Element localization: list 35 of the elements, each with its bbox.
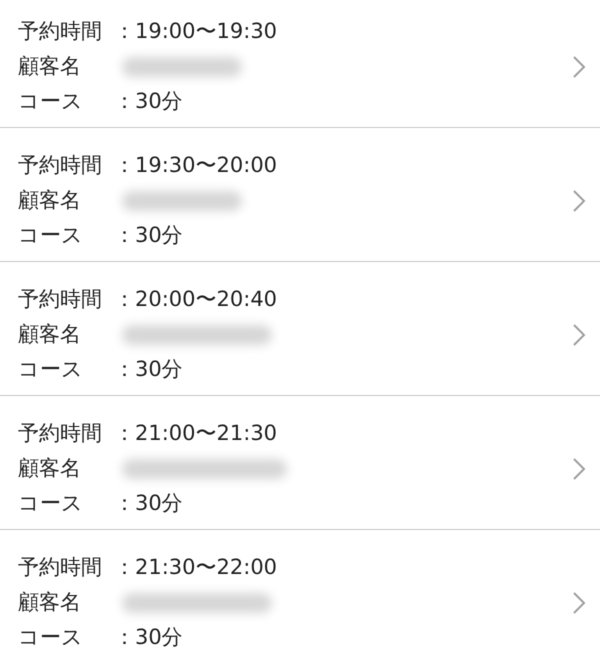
field-label: 顧客名	[18, 187, 82, 214]
field-label: 顧客名	[18, 321, 82, 348]
field-label: 顧客名	[18, 53, 82, 80]
reservation-row[interactable]: 予約時間 ：21:00〜21:30 顧客名 コース ：30分	[0, 396, 600, 530]
field-label: 予約時間	[18, 18, 103, 45]
field-value: ：21:30〜22:00	[114, 554, 278, 581]
field-label: 予約時間	[18, 152, 103, 179]
chevron-right-icon	[572, 54, 586, 78]
field-value: ：19:30〜20:00	[114, 152, 278, 179]
field-label: コース	[18, 88, 84, 115]
field-value: ：19:00〜19:30	[114, 18, 278, 45]
field-value: ：20:00〜20:40	[114, 286, 278, 313]
chevron-right-icon	[572, 590, 586, 614]
reservation-row[interactable]: 予約時間 ：21:30〜22:00 顧客名 コース ：30分	[0, 530, 600, 659]
field-label: コース	[18, 490, 84, 517]
reservation-row[interactable]: 予約時間 ：19:00〜19:30 顧客名 コース ：30分	[0, 0, 600, 128]
field-label: 予約時間	[18, 420, 103, 447]
chevron-right-icon	[572, 188, 586, 212]
field-label: 顧客名	[18, 455, 82, 482]
field-value: ：30分	[114, 356, 183, 383]
field-value: ：30分	[114, 222, 183, 249]
field-label: コース	[18, 222, 84, 249]
reservation-row[interactable]: 予約時間 ：20:00〜20:40 顧客名 コース ：30分	[0, 262, 600, 396]
field-value: ：21:00〜21:30	[114, 420, 278, 447]
field-label: 予約時間	[18, 286, 103, 313]
field-value: ：30分	[114, 88, 183, 115]
chevron-right-icon	[572, 456, 586, 480]
reservation-row[interactable]: 予約時間 ：19:30〜20:00 顧客名 コース ：30分	[0, 128, 600, 262]
field-label: 顧客名	[18, 589, 82, 616]
field-label: コース	[18, 356, 84, 383]
field-label: 予約時間	[18, 554, 103, 581]
field-label: コース	[18, 624, 84, 651]
chevron-right-icon	[572, 322, 586, 346]
field-value: ：30分	[114, 624, 183, 651]
field-value: ：30分	[114, 490, 183, 517]
